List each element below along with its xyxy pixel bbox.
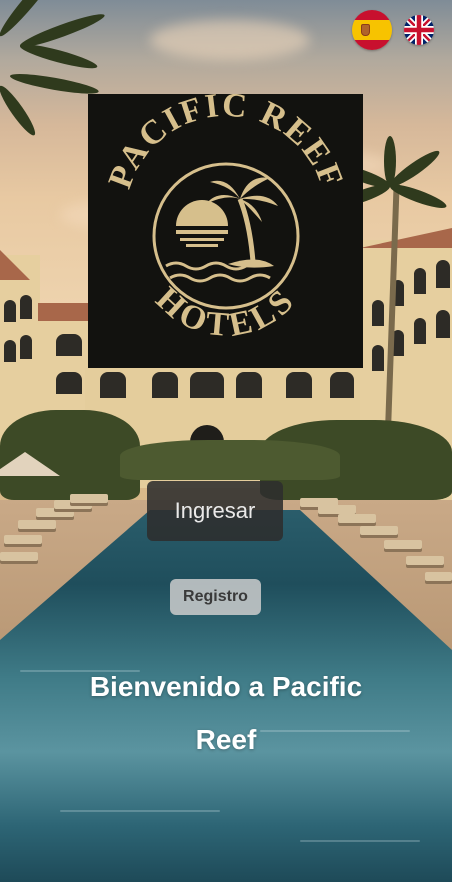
lounger [360,526,398,535]
palm-leaf [384,136,396,186]
lounger [338,514,376,523]
window [436,310,450,338]
lounger [318,505,356,514]
garden-hedge [120,440,340,480]
window [236,372,262,398]
window [4,340,16,362]
ripple [60,810,220,812]
language-selector [352,10,434,50]
logo-bottom-text: HOTELS [149,280,300,344]
sunset-palm-emblem-icon: PACIFIC REEF HOTELS [102,94,351,344]
lounger [425,572,452,581]
window [330,372,354,398]
lounger [406,556,444,565]
window [20,295,32,319]
svg-text:HOTELS: HOTELS [149,280,304,344]
lounger [70,494,108,503]
window [100,372,126,398]
welcome-line-1: Bienvenido a Pacific [89,671,363,702]
welcome-message: Bienvenido a Pacific Reef [40,660,412,766]
ripple [300,840,420,842]
window [4,300,16,322]
logo-top-text: PACIFIC REEF [102,94,349,193]
welcome-line-2: Reef [195,724,257,755]
flag-stripe [352,40,392,50]
flag-stripe [352,10,392,20]
window [414,318,426,344]
register-button[interactable]: Registro [170,579,261,615]
window [436,260,450,288]
svg-text:PACIFIC REEF: PACIFIC REEF [102,94,351,193]
window [372,300,384,326]
lounger [0,552,38,561]
lounger [384,540,422,549]
login-button[interactable]: Ingresar [147,481,283,541]
window [372,345,384,371]
window [286,372,312,398]
cloud [150,20,310,60]
window [190,372,224,398]
uk-flag-graphic [404,15,434,45]
roof [38,303,90,321]
uk-flag-icon[interactable] [404,15,434,45]
window [414,268,426,294]
spain-flag-icon[interactable] [352,10,392,50]
window [20,335,32,359]
flag-stripe [352,20,392,40]
lounger [18,520,56,529]
lounger [36,508,74,517]
lounger [4,535,42,544]
hotel-logo: PACIFIC REEF HOTELS [88,94,363,368]
flag-crest [361,24,370,36]
window [56,372,82,394]
window [56,334,82,356]
window [152,372,178,398]
